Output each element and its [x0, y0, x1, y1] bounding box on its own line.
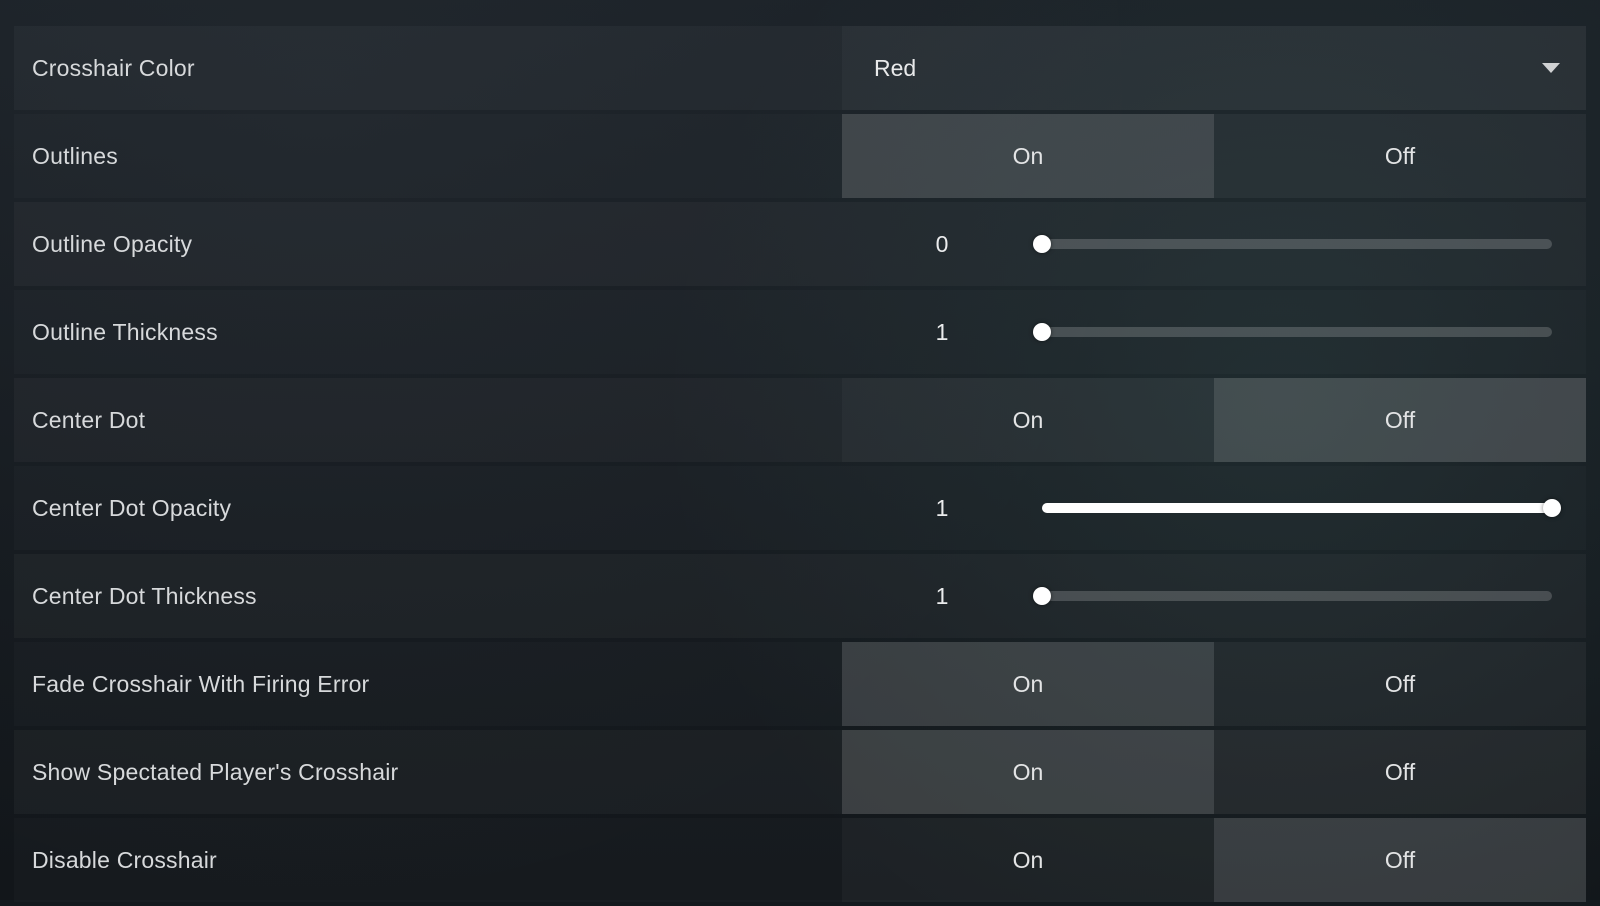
setting-controls: OnOff — [842, 818, 1586, 902]
center-dot-toggle-off[interactable]: Off — [1214, 378, 1586, 462]
setting-controls: OnOff — [842, 114, 1586, 198]
center-dot-thickness-slider[interactable]: 1 — [842, 554, 1586, 638]
slider-value: 1 — [842, 583, 1042, 610]
setting-controls: 1 — [842, 290, 1586, 374]
setting-controls: 1 — [842, 554, 1586, 638]
disable-crosshair-toggle-off[interactable]: Off — [1214, 818, 1586, 902]
setting-row-crosshair-color: Crosshair Color Red — [14, 26, 1586, 110]
setting-label: Center Dot Thickness — [14, 554, 842, 638]
slider-track[interactable] — [1042, 503, 1586, 513]
outline-thickness-slider[interactable]: 1 — [842, 290, 1586, 374]
setting-row-outlines: OutlinesOnOff — [14, 114, 1586, 198]
setting-row-center-dot-opacity: Center Dot Opacity1 — [14, 466, 1586, 550]
slider-thumb[interactable] — [1033, 587, 1051, 605]
setting-row-outline-thickness: Outline Thickness1 — [14, 290, 1586, 374]
slider-value: 1 — [842, 319, 1042, 346]
dropdown-value: Red — [874, 55, 916, 82]
chevron-down-icon — [1542, 63, 1560, 73]
crosshair-color-dropdown[interactable]: Red — [842, 26, 1586, 110]
outlines-toggle-off[interactable]: Off — [1214, 114, 1586, 198]
slider-track[interactable] — [1042, 591, 1586, 601]
setting-row-show-spectated: Show Spectated Player's CrosshairOnOff — [14, 730, 1586, 814]
setting-controls: OnOff — [842, 730, 1586, 814]
fade-crosshair-toggle-on[interactable]: On — [842, 642, 1214, 726]
setting-label: Disable Crosshair — [14, 818, 842, 902]
show-spectated-toggle-off[interactable]: Off — [1214, 730, 1586, 814]
fade-crosshair-toggle-off[interactable]: Off — [1214, 642, 1586, 726]
setting-label: Outline Opacity — [14, 202, 842, 286]
slider-thumb[interactable] — [1033, 235, 1051, 253]
setting-row-outline-opacity: Outline Opacity0 — [14, 202, 1586, 286]
setting-row-fade-crosshair: Fade Crosshair With Firing ErrorOnOff — [14, 642, 1586, 726]
setting-controls: OnOff — [842, 642, 1586, 726]
slider-track[interactable] — [1042, 239, 1586, 249]
setting-row-disable-crosshair: Disable CrosshairOnOff — [14, 818, 1586, 902]
disable-crosshair-toggle-on[interactable]: On — [842, 818, 1214, 902]
show-spectated-toggle-on[interactable]: On — [842, 730, 1214, 814]
slider-thumb[interactable] — [1033, 323, 1051, 341]
setting-label: Fade Crosshair With Firing Error — [14, 642, 842, 726]
setting-controls: 0 — [842, 202, 1586, 286]
slider-thumb[interactable] — [1543, 499, 1561, 517]
slider-value: 1 — [842, 495, 1042, 522]
center-dot-toggle-on[interactable]: On — [842, 378, 1214, 462]
outlines-toggle-on[interactable]: On — [842, 114, 1214, 198]
setting-label: Center Dot — [14, 378, 842, 462]
setting-controls: Red — [842, 26, 1586, 110]
setting-row-center-dot: Center DotOnOff — [14, 378, 1586, 462]
slider-fill — [1042, 503, 1552, 513]
setting-label: Crosshair Color — [14, 26, 842, 110]
slider-track[interactable] — [1042, 327, 1586, 337]
setting-label: Outlines — [14, 114, 842, 198]
outline-opacity-slider[interactable]: 0 — [842, 202, 1586, 286]
setting-label: Outline Thickness — [14, 290, 842, 374]
center-dot-opacity-slider[interactable]: 1 — [842, 466, 1586, 550]
setting-controls: 1 — [842, 466, 1586, 550]
setting-label: Show Spectated Player's Crosshair — [14, 730, 842, 814]
slider-value: 0 — [842, 231, 1042, 258]
setting-row-center-dot-thickness: Center Dot Thickness1 — [14, 554, 1586, 638]
settings-panel: Crosshair ColorRedOutlinesOnOffOutline O… — [14, 26, 1586, 906]
setting-controls: OnOff — [842, 378, 1586, 462]
setting-label: Center Dot Opacity — [14, 466, 842, 550]
